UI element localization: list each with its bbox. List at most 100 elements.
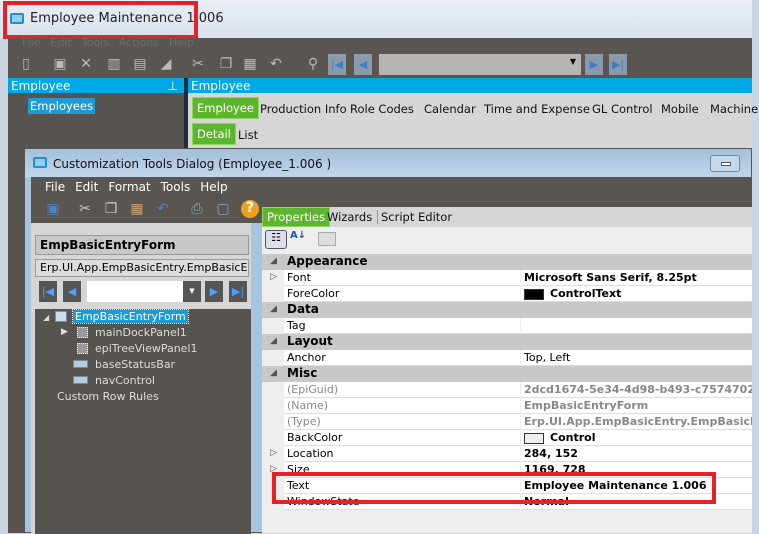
tree-node-form[interactable]: EmpBasicEntryForm: [72, 309, 189, 324]
record-dropdown[interactable]: ▼: [379, 54, 581, 75]
paste-icon[interactable]: ▦: [129, 201, 145, 217]
menu-help[interactable]: Help: [200, 180, 227, 194]
tab-production-info[interactable]: Production Info: [260, 102, 347, 116]
save-icon[interactable]: ▣: [52, 56, 68, 72]
new-icon[interactable]: ▯: [18, 56, 34, 72]
menu-file[interactable]: File: [45, 180, 65, 194]
print-preview-icon[interactable]: ▢: [215, 201, 231, 217]
tab-gl-control[interactable]: GL Control: [592, 102, 653, 116]
tab-script-editor[interactable]: Script Editor: [377, 210, 452, 224]
property-category[interactable]: ◢ Misc: [262, 366, 752, 382]
tree-node[interactable]: epiTreeViewPanel1: [95, 342, 198, 355]
property-value[interactable]: EmpBasicEntryForm: [521, 398, 752, 414]
copy-icon[interactable]: ❐: [218, 56, 234, 72]
tab-role-codes[interactable]: Role Codes: [350, 102, 414, 116]
highlight-box-text-property: [272, 472, 716, 504]
sort-alpha-icon[interactable]: A↓: [290, 230, 306, 241]
next-button[interactable]: ▶: [205, 281, 223, 302]
collapse-icon[interactable]: ◢: [270, 334, 277, 349]
tree-item-employees[interactable]: Employees: [28, 98, 95, 114]
menu-edit[interactable]: Edit: [50, 36, 71, 49]
tree-node[interactable]: navControl: [95, 374, 155, 387]
menu-format[interactable]: Format: [108, 180, 150, 194]
last-record-button[interactable]: ▶|: [609, 54, 627, 75]
menu-tools[interactable]: Tools: [82, 36, 109, 49]
print-icon[interactable]: ⎙: [189, 201, 205, 217]
collapse-icon[interactable]: ◢: [270, 366, 277, 381]
property-row[interactable]: Anchor Top, Left: [262, 350, 752, 366]
subtab-detail[interactable]: Detail: [192, 123, 236, 145]
refresh-icon[interactable]: ▤: [132, 56, 148, 72]
delete-icon[interactable]: ✕: [78, 56, 94, 72]
copy-icon[interactable]: ❐: [103, 201, 119, 217]
property-row[interactable]: ▷ Location 284, 152: [262, 446, 752, 462]
attach-icon[interactable]: ▥: [106, 56, 122, 72]
tab-machine[interactable]: Machine: [710, 102, 758, 116]
property-category[interactable]: ◢ Data: [262, 302, 752, 318]
color-swatch: [524, 432, 544, 444]
paste-icon[interactable]: ▦: [242, 56, 258, 72]
undo-icon[interactable]: ↶: [155, 201, 171, 217]
collapse-icon[interactable]: ◢: [270, 254, 277, 269]
property-row[interactable]: ForeColor ControlText: [262, 286, 752, 302]
tab-wizards[interactable]: Wizards: [327, 210, 372, 224]
control-tree: ◢ EmpBasicEntryForm ▶ mainDockPanel1 epi…: [35, 309, 251, 534]
tab-calendar[interactable]: Calendar: [424, 102, 476, 116]
property-name: (Type): [284, 414, 520, 430]
menu-actions[interactable]: Actions: [119, 36, 159, 49]
property-row[interactable]: (Type) Erp.UI.App.EmpBasicEntry.EmpBasicE…: [262, 414, 752, 430]
help-icon[interactable]: ?: [241, 200, 259, 218]
property-row[interactable]: ▷ Font Microsoft Sans Serif, 8.25pt: [262, 270, 752, 286]
next-record-button[interactable]: ▶: [585, 54, 603, 75]
expand-icon[interactable]: ▶: [61, 327, 68, 337]
save-icon[interactable]: ▣: [45, 201, 61, 217]
property-value[interactable]: ControlText: [521, 286, 752, 302]
property-row[interactable]: BackColor Control: [262, 430, 752, 446]
property-value[interactable]: Erp.UI.App.EmpBasicEntry.EmpBasicEnt: [521, 414, 752, 430]
first-button[interactable]: |◀: [39, 281, 57, 302]
menu-file[interactable]: File: [22, 36, 40, 49]
tab-mobile[interactable]: Mobile: [661, 102, 699, 116]
menu-edit[interactable]: Edit: [75, 180, 98, 194]
expand-icon[interactable]: ▷: [270, 446, 277, 461]
property-value[interactable]: Control: [521, 430, 752, 446]
collapse-icon[interactable]: ◢: [270, 302, 277, 317]
cut-icon[interactable]: ✂: [190, 56, 206, 72]
clear-icon[interactable]: ◢: [158, 56, 174, 72]
property-row[interactable]: (Name) EmpBasicEntryForm: [262, 398, 752, 414]
menu-tools[interactable]: Tools: [161, 180, 191, 194]
tree-node[interactable]: baseStatusBar: [95, 358, 175, 371]
expand-icon[interactable]: ▷: [270, 270, 277, 285]
pin-icon[interactable]: ⊥: [168, 79, 178, 93]
cut-icon[interactable]: ✂: [77, 201, 93, 217]
property-value[interactable]: 284, 152: [521, 446, 752, 462]
first-record-button[interactable]: |◀: [328, 54, 346, 75]
category-label: Appearance: [287, 254, 368, 268]
minimize-button[interactable]: [710, 155, 740, 172]
property-value[interactable]: [521, 318, 752, 334]
subtab-list[interactable]: List: [238, 128, 258, 142]
property-row[interactable]: Tag: [262, 318, 752, 334]
property-pages-icon[interactable]: [318, 232, 336, 246]
prev-button[interactable]: ◀: [63, 281, 81, 302]
property-value[interactable]: 2dcd1674-5e34-4d98-b493-c757470273: [521, 382, 752, 398]
tab-employee[interactable]: Employee: [192, 97, 259, 119]
property-value-text: 284, 152: [524, 447, 578, 460]
collapse-icon[interactable]: ◢: [43, 313, 49, 322]
property-value[interactable]: Top, Left: [521, 350, 752, 366]
menu-help[interactable]: Help: [169, 36, 194, 49]
property-value[interactable]: Microsoft Sans Serif, 8.25pt: [521, 270, 752, 286]
tree-node[interactable]: Custom Row Rules: [57, 390, 159, 403]
property-row[interactable]: (EpiGuid) 2dcd1674-5e34-4d98-b493-c757470…: [262, 382, 752, 398]
prev-record-button[interactable]: ◀: [354, 54, 372, 75]
last-button[interactable]: ▶|: [229, 281, 247, 302]
tab-properties[interactable]: Properties: [262, 207, 331, 227]
property-category[interactable]: ◢ Layout: [262, 334, 752, 350]
control-dropdown[interactable]: ▼: [87, 281, 201, 302]
tab-time-and-expense[interactable]: Time and Expense: [484, 102, 590, 116]
tree-node[interactable]: mainDockPanel1: [95, 326, 187, 339]
property-category[interactable]: ◢ Appearance: [262, 254, 752, 270]
categorized-icon[interactable]: ☷: [265, 230, 287, 249]
undo-icon[interactable]: ↶: [268, 56, 284, 72]
search-icon[interactable]: ⚲: [305, 56, 321, 72]
